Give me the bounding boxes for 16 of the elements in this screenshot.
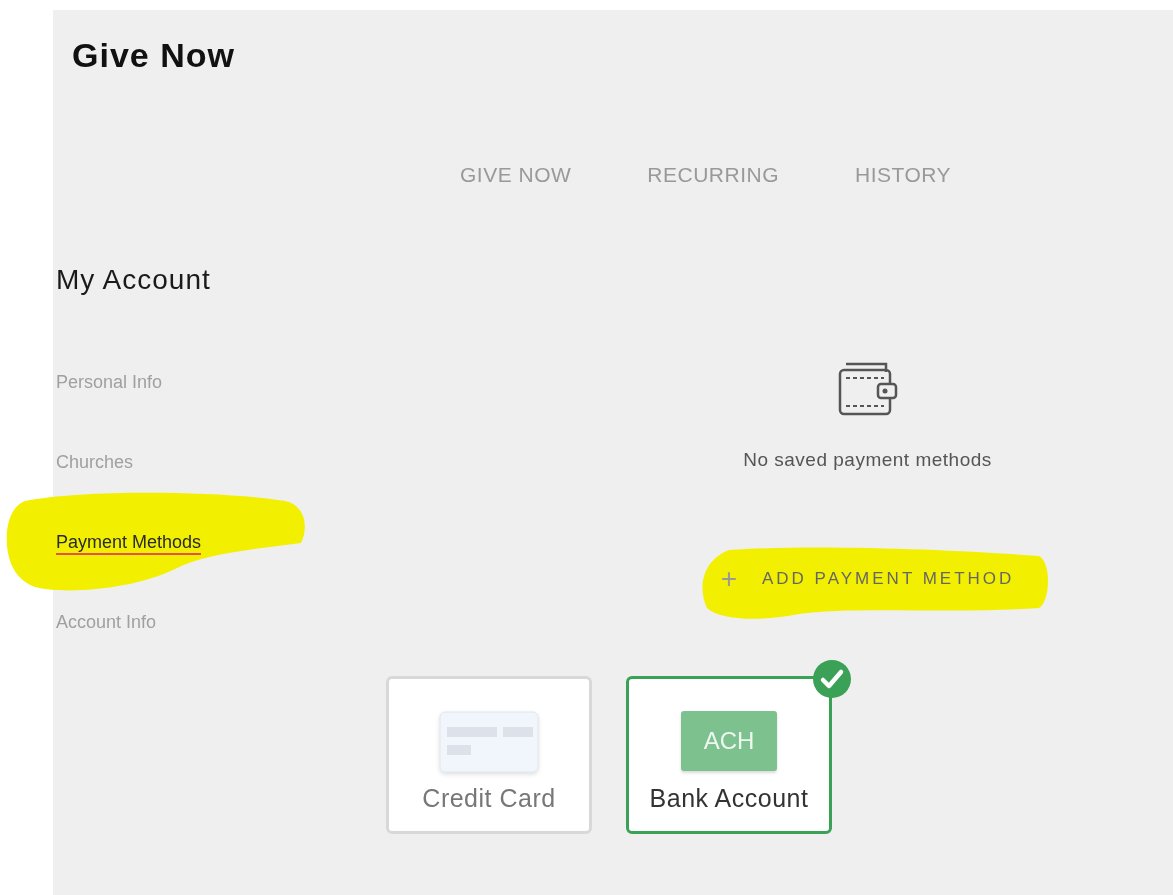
sidebar-link[interactable]: Personal Info (56, 371, 163, 395)
wallet-icon (837, 362, 898, 416)
page-title: Give Now (72, 35, 236, 75)
section-heading: My Account (56, 263, 212, 297)
nav-tab[interactable]: RECURRING (647, 163, 779, 187)
payment-option-card[interactable]: Credit Card (386, 676, 592, 834)
credit-card-icon (439, 711, 539, 773)
nav-tab[interactable]: GIVE NOW (460, 163, 572, 187)
ach-badge: ACH (681, 711, 777, 771)
sidebar-link[interactable]: Churches (56, 451, 134, 475)
empty-message: No saved payment methods (743, 448, 992, 472)
payment-option-card[interactable]: ACH Bank Account (626, 676, 832, 834)
sidebar-link[interactable]: Account Info (56, 611, 157, 635)
sidebar-link[interactable]: Payment Methods (56, 531, 202, 555)
check-icon (812, 659, 852, 699)
nav-tab[interactable]: HISTORY (855, 163, 952, 187)
